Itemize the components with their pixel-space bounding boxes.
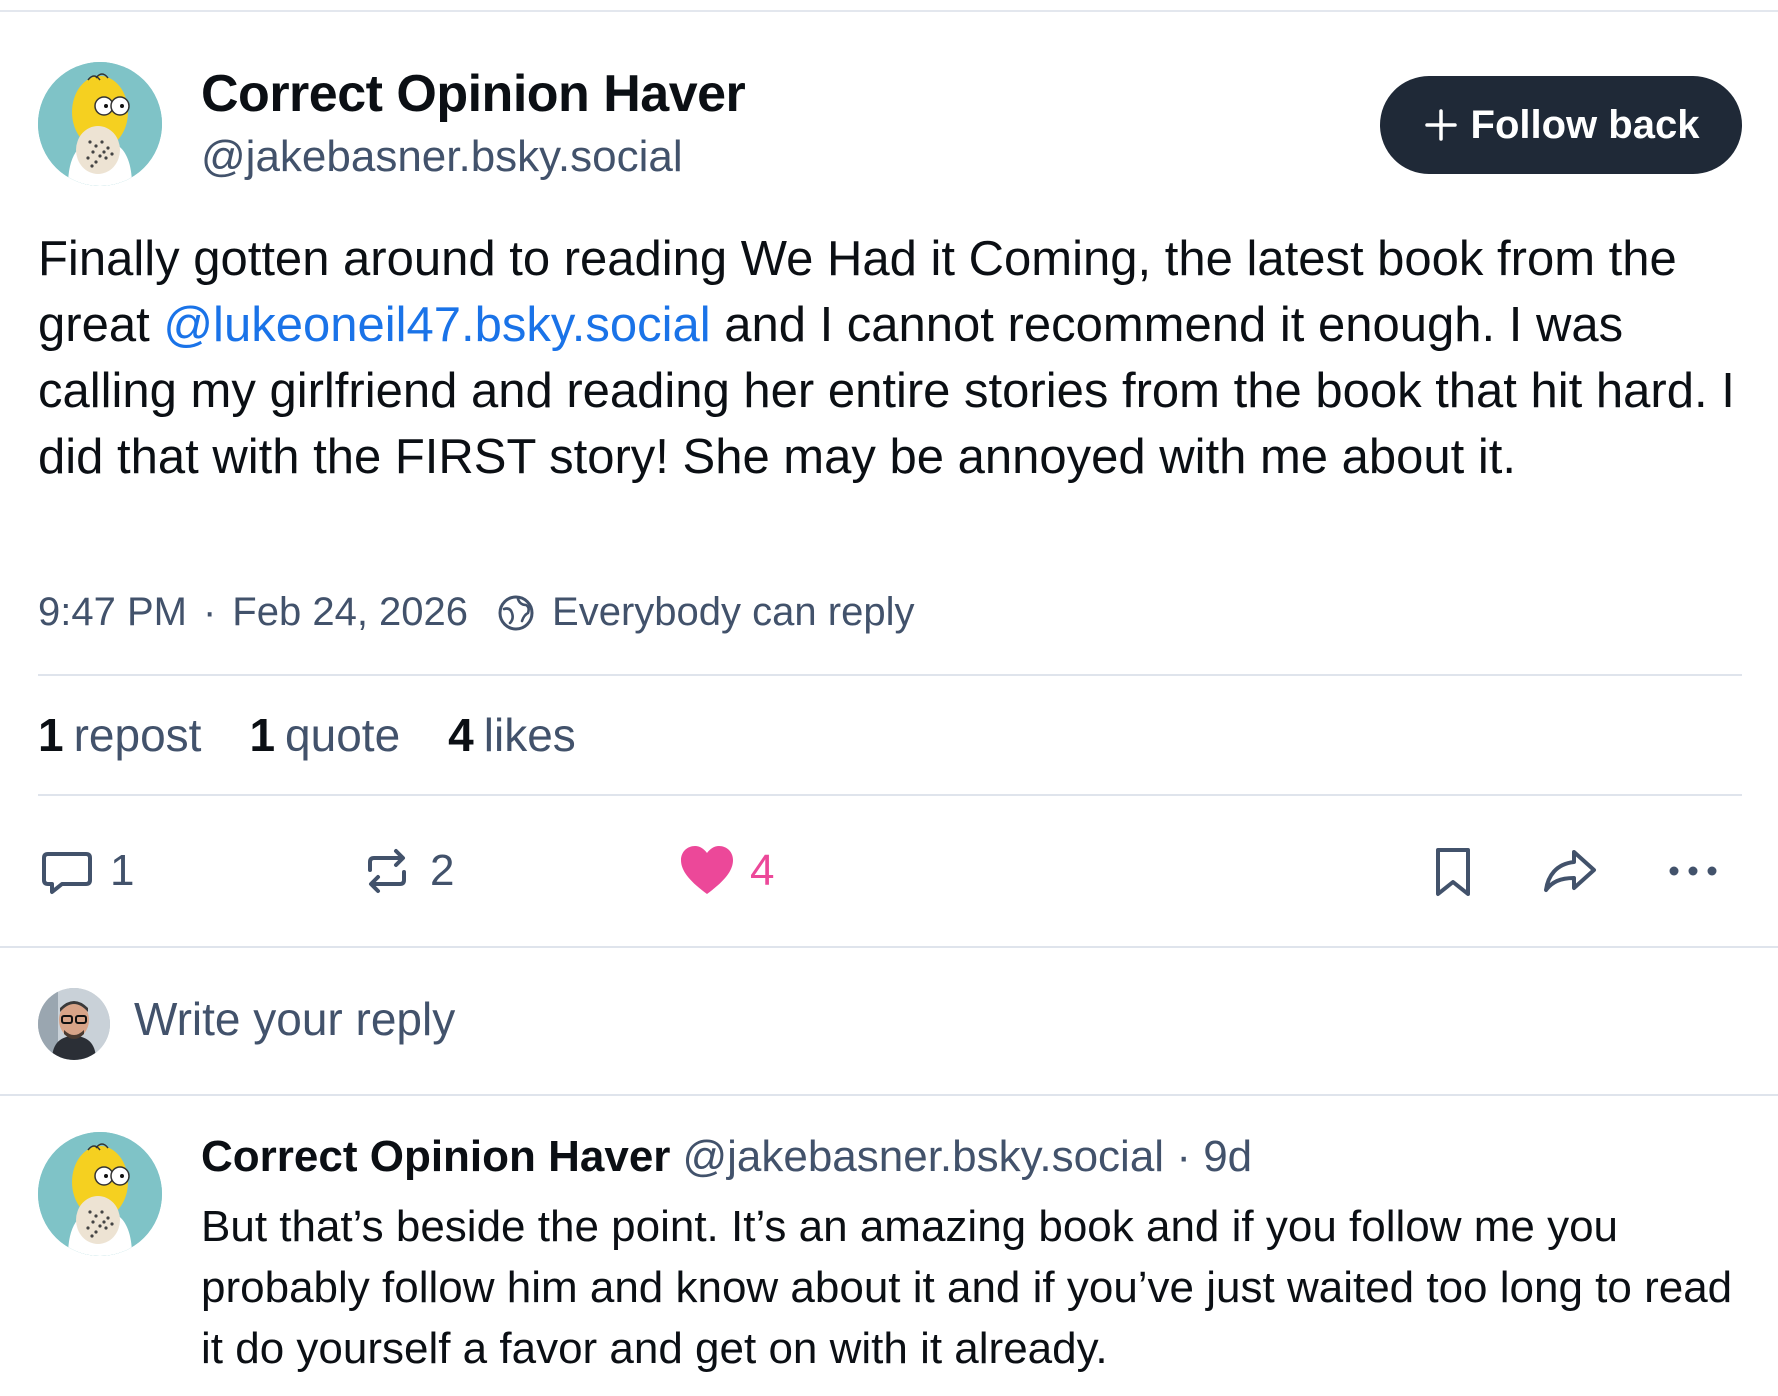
reply-age: · 9d — [1176, 1132, 1253, 1181]
post-actions: 1 2 4 — [0, 836, 1778, 906]
divider — [38, 794, 1742, 796]
share-button[interactable] — [1540, 842, 1598, 900]
reply-author-avatar[interactable] — [38, 1132, 162, 1256]
post-meta: 9:47 PM · Feb 24, 2026 Everybody can rep… — [38, 590, 914, 635]
quotes-count: 1 — [249, 709, 276, 761]
quotes-stat[interactable]: 1 quote — [249, 708, 400, 762]
reposts-count: 1 — [38, 709, 64, 761]
author-handle[interactable]: @jakebasner.bsky.social — [201, 132, 683, 182]
divider — [38, 674, 1742, 676]
reply-icon — [42, 852, 92, 894]
mention-link[interactable]: @lukeoneil47.bsky.social — [163, 298, 710, 352]
reply-author-name[interactable]: Correct Opinion Haver — [201, 1132, 670, 1181]
reply-author-handle[interactable]: @jakebasner.bsky.social — [682, 1132, 1164, 1181]
reply-body: But that’s beside the point. It’s an ama… — [201, 1202, 1733, 1373]
reply-count: 1 — [110, 846, 135, 895]
likes-stat[interactable]: 4 likes — [448, 708, 576, 762]
globe-icon — [498, 595, 534, 630]
author-avatar[interactable] — [38, 62, 162, 186]
current-user-avatar — [38, 988, 110, 1060]
more-options-button[interactable] — [1664, 842, 1722, 900]
post-time: 9:47 PM — [38, 590, 187, 634]
meta-separator: · — [202, 590, 217, 634]
heart-icon — [681, 846, 733, 894]
reposts-label: repost — [73, 709, 202, 761]
likes-label: likes — [483, 709, 576, 761]
repost-icon — [368, 849, 406, 893]
reply-header: Correct Opinion Haver @jakebasner.bsky.so… — [201, 1132, 1252, 1182]
reply-input[interactable]: Write your reply — [134, 992, 455, 1046]
bookmark-button[interactable] — [1424, 842, 1482, 900]
post-body: Finally gotten around to reading We Had … — [38, 226, 1748, 490]
likes-count: 4 — [448, 709, 474, 761]
reply-setting[interactable]: Everybody can reply — [552, 590, 914, 635]
reply-button[interactable]: 1 — [38, 842, 134, 900]
follow-back-label: Follow back — [1470, 102, 1700, 147]
top-divider — [0, 10, 1778, 12]
bookmark-icon — [1436, 848, 1470, 896]
post-thread-page: Correct Opinion Haver @jakebasner.bsky.s… — [0, 0, 1778, 1396]
plus-icon — [1424, 109, 1457, 141]
author-name[interactable]: Correct Opinion Haver — [201, 64, 746, 124]
divider — [0, 1094, 1778, 1096]
quotes-label: quote — [285, 709, 401, 761]
repost-count: 2 — [430, 846, 455, 895]
like-count: 4 — [750, 846, 775, 895]
divider — [0, 946, 1778, 948]
follow-back-button[interactable]: Follow back — [1380, 76, 1742, 174]
post-stats: 1 repost 1 quote 4 likes — [38, 708, 576, 762]
post-date: Feb 24, 2026 — [232, 590, 469, 634]
more-icon — [1669, 866, 1717, 876]
like-button[interactable]: 4 — [678, 842, 774, 900]
share-icon — [1544, 850, 1596, 892]
repost-button[interactable]: 2 — [358, 842, 454, 900]
reposts-stat[interactable]: 1 repost — [38, 708, 201, 762]
